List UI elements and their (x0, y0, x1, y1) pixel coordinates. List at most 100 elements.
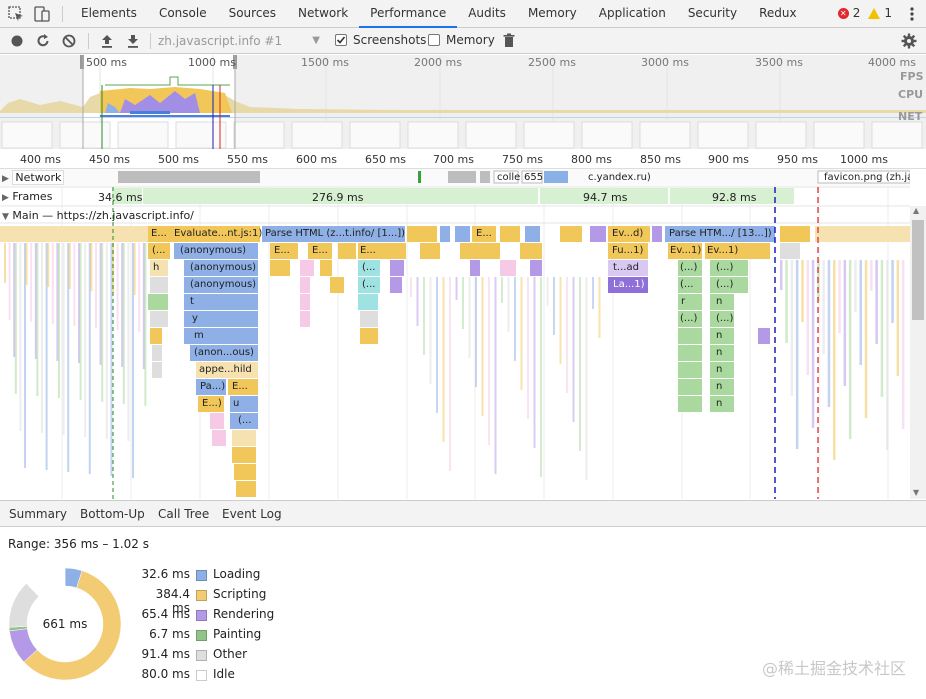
call-label[interactable]: (anonymous) (180, 245, 246, 256)
flame-bar[interactable] (785, 260, 788, 343)
flame-bar[interactable] (896, 260, 900, 376)
call-label[interactable]: (anon...ous) (194, 347, 254, 358)
flame-bar[interactable] (449, 277, 451, 471)
call-label[interactable]: m (194, 330, 204, 341)
flame-bar[interactable] (62, 243, 65, 435)
call-label[interactable]: (...) (680, 262, 697, 273)
flame-bar[interactable] (416, 277, 419, 326)
flame-bar[interactable] (407, 226, 437, 242)
call-label[interactable]: n (716, 296, 722, 307)
flame-bar[interactable] (880, 260, 884, 397)
flame-bar[interactable] (801, 260, 804, 322)
flame-bar[interactable] (212, 430, 226, 446)
flame-bar[interactable] (133, 243, 136, 295)
flame-bar[interactable] (455, 277, 458, 300)
flame-bar[interactable] (590, 226, 606, 242)
flame-bar[interactable] (442, 277, 445, 442)
flame-bar[interactable] (520, 277, 523, 390)
flame-bar[interactable] (525, 226, 540, 242)
clear-icon[interactable] (60, 32, 78, 50)
flame-bar[interactable] (815, 226, 910, 242)
tab-event-log[interactable]: Event Log (222, 501, 282, 527)
flame-bar[interactable] (678, 328, 702, 344)
screenshots-checkbox[interactable] (335, 34, 347, 46)
flame-bar[interactable] (300, 260, 314, 276)
flame-bar[interactable] (360, 328, 378, 344)
call-label[interactable]: y (192, 313, 198, 324)
call-label[interactable]: Ev...1) (670, 245, 701, 256)
flame-chart[interactable]: ▶ Network ▶ Frames ▼ Main — https://zh.j… (0, 169, 910, 499)
frame-duration-label[interactable]: 92.8 ms (712, 191, 756, 204)
tab-sources[interactable]: Sources (218, 0, 287, 28)
flame-bar[interactable] (358, 294, 378, 310)
record-icon[interactable] (8, 32, 26, 50)
flame-bar[interactable] (423, 277, 425, 355)
flame-bar[interactable] (806, 260, 810, 375)
flame-bar[interactable] (758, 328, 770, 344)
flame-bar[interactable] (95, 243, 97, 328)
flame-bar[interactable] (891, 260, 894, 323)
flame-bar[interactable] (30, 243, 33, 322)
flame-bar[interactable] (360, 311, 378, 327)
call-label[interactable]: (... (238, 415, 251, 426)
tab-network[interactable]: Network (287, 0, 359, 28)
flame-bar[interactable] (500, 260, 516, 276)
tab-audits[interactable]: Audits (457, 0, 517, 28)
flame-bar[interactable] (507, 277, 510, 332)
flame-bar[interactable] (4, 243, 6, 283)
flame-bar[interactable] (148, 294, 168, 310)
call-label[interactable]: (... (152, 245, 165, 256)
flame-bar[interactable] (420, 243, 440, 259)
task-label[interactable]: Parse HTM.../ [13...]) (669, 228, 772, 239)
flame-bar[interactable] (780, 260, 783, 290)
frame-duration-label[interactable]: 34.6 ms (98, 191, 142, 204)
call-label[interactable]: (...) (716, 262, 733, 273)
flame-bar[interactable] (25, 243, 28, 285)
call-label[interactable]: E... (312, 245, 328, 256)
inspect-element-icon[interactable] (6, 4, 26, 24)
flame-bar[interactable] (468, 277, 471, 358)
flame-bar[interactable] (678, 362, 702, 378)
frame-duration-label[interactable]: 94.7 ms (583, 191, 627, 204)
call-label[interactable]: E...) (202, 398, 222, 409)
call-label[interactable]: (... (362, 279, 375, 290)
flame-bar[interactable] (598, 277, 601, 338)
load-profile-icon[interactable] (98, 32, 116, 50)
flame-bar[interactable] (500, 226, 520, 242)
flame-bar[interactable] (833, 260, 836, 460)
task-label[interactable]: E... (476, 228, 492, 239)
call-label[interactable]: (...) (680, 313, 697, 324)
flame-bar[interactable] (300, 294, 310, 310)
network-request-label[interactable]: favicon.png (zh.ja (824, 172, 910, 183)
flame-bar[interactable] (234, 464, 256, 480)
more-options-icon[interactable] (908, 4, 916, 24)
task-label[interactable]: Parse HTML (z...t.info/ [1...]) (265, 228, 405, 239)
flame-bar[interactable] (440, 226, 450, 242)
flame-bar[interactable] (152, 345, 162, 361)
call-label[interactable]: Pa...) (200, 381, 225, 392)
timeline-overview[interactable]: 500 ms 1000 ms 1500 ms 2000 ms 2500 ms 3… (0, 55, 926, 149)
task-label[interactable]: E... (151, 228, 167, 239)
flame-bar[interactable] (514, 277, 516, 361)
call-label[interactable]: (...) (716, 313, 733, 324)
flame-bar[interactable] (843, 260, 847, 386)
flame-bar[interactable] (870, 260, 873, 291)
network-request-label[interactable]: 655 (524, 172, 543, 183)
flame-bar[interactable] (47, 243, 50, 287)
flame-bar[interactable] (546, 277, 549, 306)
call-label[interactable]: Ev...1) (707, 245, 738, 256)
scrollbar-thumb[interactable] (912, 220, 924, 320)
flame-bar[interactable] (501, 277, 503, 303)
flame-bar[interactable] (300, 277, 310, 293)
tab-memory[interactable]: Memory (517, 0, 588, 28)
task-label[interactable]: Evaluate...nt.js:1) (174, 228, 262, 239)
flame-bar[interactable] (559, 277, 562, 364)
call-label[interactable]: E... (274, 245, 290, 256)
flame-bar[interactable] (152, 362, 162, 378)
call-label[interactable]: (... (680, 279, 693, 290)
flame-bar[interactable] (553, 277, 555, 335)
call-label[interactable]: n (716, 398, 722, 409)
main-track-header[interactable]: ▼ Main — https://zh.javascript.info/ (2, 209, 194, 222)
flame-bar[interactable] (572, 277, 575, 422)
save-profile-icon[interactable] (124, 32, 142, 50)
